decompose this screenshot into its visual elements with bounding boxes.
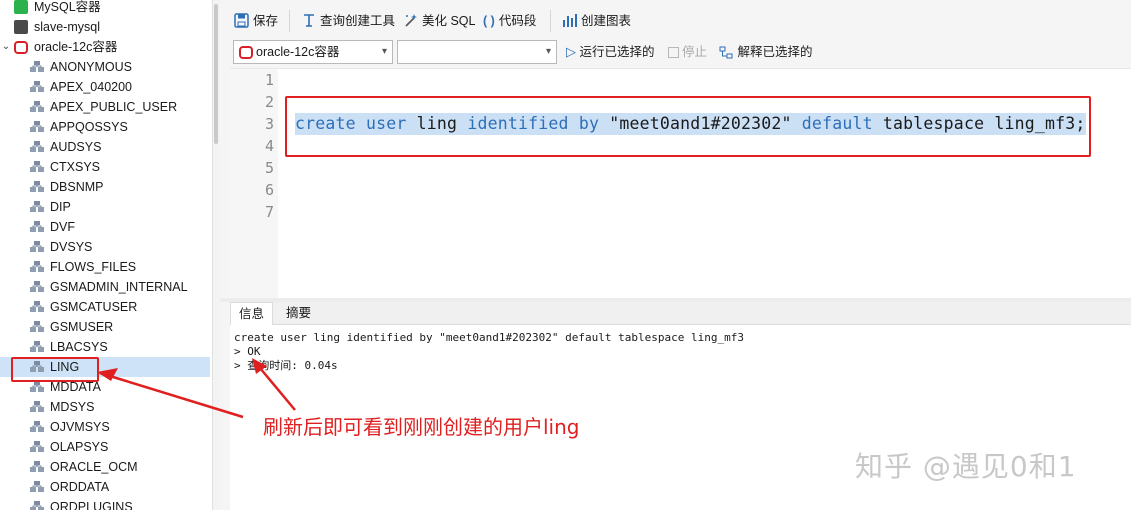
user-schema-icon — [30, 441, 44, 452]
user-schema-icon — [30, 281, 44, 292]
database-select[interactable]: ▾ — [397, 40, 557, 64]
connection-slave-mysql[interactable]: slave-mysql — [0, 17, 100, 37]
highlight-box-ling — [11, 357, 99, 382]
line-number-gutter: 1 2 3 4 5 6 7 — [230, 69, 278, 299]
user-schema-icon — [30, 501, 44, 510]
tree-item-user[interactable]: ORACLE_OCM — [0, 457, 210, 477]
user-schema-icon — [30, 261, 44, 272]
run-selected-button[interactable]: ▷ 运行已选择的 — [566, 42, 655, 62]
tree-item-user[interactable]: CTXSYS — [0, 157, 210, 177]
code-snippet-icon: ( ) — [483, 14, 495, 28]
user-schema-icon — [30, 321, 44, 332]
user-schema-icon — [30, 141, 44, 152]
tree-item-user[interactable]: APEX_PUBLIC_USER — [0, 97, 210, 117]
mysql-connection-icon — [14, 0, 28, 14]
user-schema-icon — [30, 181, 44, 192]
tree-item-user[interactable]: MDSYS — [0, 397, 210, 417]
play-icon: ▷ — [566, 44, 576, 59]
line-number: 1 — [264, 71, 274, 89]
watermark: 知乎 @遇见0和1 — [855, 450, 1077, 483]
connection-select-bar: oracle-12c容器 ▾ ▾ ▷ 运行已选择的 停止 解释已选择的 — [220, 40, 1131, 68]
connection-oracle[interactable]: ⌄ oracle-12c容器 — [0, 37, 117, 57]
oracle-connection-icon — [239, 46, 253, 59]
output-line: create user ling identified by "meet0and… — [234, 331, 744, 344]
tree-item-user[interactable]: DBSNMP — [0, 177, 210, 197]
oracle-connection-icon — [14, 41, 28, 54]
line-number: 3 — [264, 115, 274, 133]
user-schema-icon — [30, 121, 44, 132]
object-tree-sidebar: MySQL容器 slave-mysql ⌄ oracle-12c容器 ANONYM… — [0, 0, 212, 510]
sidebar-scrollbar-thumb[interactable] — [214, 4, 218, 144]
explain-icon — [719, 46, 733, 59]
user-schema-icon — [30, 301, 44, 312]
output-line: > OK — [234, 345, 261, 358]
tree-item-user[interactable]: OLAPSYS — [0, 437, 210, 457]
bar-chart-icon — [563, 14, 577, 27]
tree-item-user[interactable]: ANONYMOUS — [0, 57, 210, 77]
tree-item-user[interactable]: DVF — [0, 217, 210, 237]
user-schema-icon — [30, 201, 44, 212]
query-builder-button[interactable]: 查询创建工具 — [302, 11, 395, 31]
tree-item-user[interactable]: ORDDATA — [0, 477, 210, 497]
tree-item-user[interactable]: DVSYS — [0, 237, 210, 257]
user-schema-icon — [30, 481, 44, 492]
stop-button[interactable]: 停止 — [668, 42, 707, 62]
save-icon — [234, 13, 249, 28]
mysql-connection-icon — [14, 20, 28, 34]
tree-item-user[interactable]: ORDPLUGINS — [0, 497, 210, 510]
line-number: 6 — [264, 181, 274, 199]
tree-item-user[interactable]: FLOWS_FILES — [0, 257, 210, 277]
connection-mysql[interactable]: MySQL容器 — [0, 0, 101, 17]
user-schema-icon — [30, 161, 44, 172]
toolbar-divider — [550, 10, 551, 32]
user-schema-icon — [30, 81, 44, 92]
tree-item-user[interactable]: GSMUSER — [0, 317, 210, 337]
chevron-down-icon: ▾ — [545, 46, 551, 57]
tree-item-user[interactable]: GSMADMIN_INTERNAL — [0, 277, 210, 297]
tab-info[interactable]: 信息 — [230, 302, 274, 325]
user-schema-icon — [30, 381, 44, 392]
line-number: 4 — [264, 137, 274, 155]
chevron-down-icon[interactable]: ⌄ — [0, 37, 12, 57]
tree-item-user[interactable]: APPQOSSYS — [0, 117, 210, 137]
magic-wand-icon — [405, 14, 417, 27]
user-schema-icon — [30, 421, 44, 432]
user-schema-icon — [30, 241, 44, 252]
tab-summary[interactable]: 摘要 — [278, 302, 319, 324]
tree-item-user[interactable]: DIP — [0, 197, 210, 217]
tree-item-user[interactable]: APEX_040200 — [0, 77, 210, 97]
output-line: > 查询时间: 0.04s — [234, 359, 338, 372]
user-schema-icon — [30, 401, 44, 412]
highlight-box — [285, 96, 1091, 157]
user-schema-icon — [30, 101, 44, 112]
user-schema-icon — [30, 341, 44, 352]
create-chart-button[interactable]: 创建图表 — [562, 11, 631, 31]
result-tabs: 信息 摘要 — [230, 302, 1131, 325]
save-button[interactable]: 保存 — [234, 11, 278, 31]
chevron-down-icon: ▾ — [381, 46, 387, 57]
line-number: 7 — [264, 203, 274, 221]
user-schema-icon — [30, 61, 44, 72]
tree-item-user[interactable]: LBACSYS — [0, 337, 210, 357]
toolbar-divider — [289, 10, 290, 32]
editor-toolbar: 保存 查询创建工具 美化 SQL ( ) 代码段 创建图表 — [220, 0, 1131, 40]
code-snippet-button[interactable]: ( ) 代码段 — [483, 11, 536, 31]
user-schema-icon — [30, 221, 44, 232]
explain-selected-button[interactable]: 解释已选择的 — [719, 42, 813, 62]
query-builder-icon — [304, 14, 314, 27]
tree-item-user[interactable]: GSMCATUSER — [0, 297, 210, 317]
beautify-sql-button[interactable]: 美化 SQL — [403, 11, 476, 31]
line-number: 2 — [264, 93, 274, 111]
sql-editor[interactable]: 1234567 create user ling identified by "… — [230, 68, 1131, 299]
user-schema-icon — [30, 461, 44, 472]
line-number: 5 — [264, 159, 274, 177]
stop-icon — [668, 47, 679, 59]
connection-select[interactable]: oracle-12c容器 ▾ — [233, 40, 393, 64]
annotation-text: 刷新后即可看到刚刚创建的用户ling — [263, 415, 580, 439]
tree-item-user[interactable]: OJVMSYS — [0, 417, 210, 437]
tree-item-user[interactable]: AUDSYS — [0, 137, 210, 157]
